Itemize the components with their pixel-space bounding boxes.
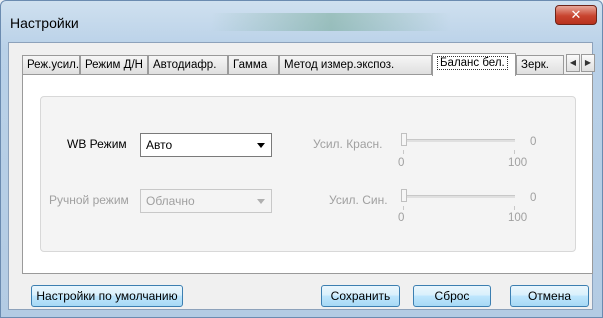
tab-exposure-metering[interactable]: Метод измер.экспоз. (279, 55, 432, 75)
chevron-down-icon (257, 199, 265, 204)
tab-label: Зерк. (521, 59, 549, 71)
tab-label: Реж.усил. (27, 59, 80, 71)
blue-gain-max: 100 (508, 212, 528, 224)
cancel-button[interactable]: Отмена (510, 285, 589, 307)
slider-tick (514, 150, 515, 154)
manual-mode-value: Облачно (146, 194, 195, 208)
red-gain-label: Усил. Красн. (313, 137, 383, 151)
reset-button[interactable]: Сброс (413, 285, 491, 307)
manual-mode-select[interactable]: Облачно (140, 189, 272, 213)
tab-label: Автодиафр. (153, 59, 217, 71)
manual-mode-label: Ручной режим (49, 193, 129, 207)
slider-thumb[interactable] (401, 133, 407, 146)
tab-mirror[interactable]: Зерк. (516, 55, 564, 75)
tab-strip: Реж.усил. Режим Д/Н Автодиафр. Гамма Мет… (22, 53, 592, 76)
close-button[interactable]: ✕ (555, 5, 597, 25)
slider-tick (514, 206, 515, 210)
slider-thumb[interactable] (401, 189, 407, 202)
defaults-button[interactable]: Настройки по умолчанию (31, 285, 183, 307)
white-balance-group (40, 96, 576, 252)
tab-label: Режим Д/Н (85, 59, 143, 71)
wb-mode-label: WB Режим (67, 137, 127, 151)
title-bar[interactable]: Настройки ✕ (1, 1, 602, 41)
red-gain-value: 0 (530, 136, 537, 148)
tab-label: Гамма (233, 59, 268, 71)
tab-label: Баланс бел. (437, 56, 508, 70)
slider-tick (403, 150, 404, 154)
save-button[interactable]: Сохранить (321, 285, 400, 307)
title-bar-decoration (211, 13, 451, 31)
wb-mode-select[interactable]: Авто (140, 133, 272, 157)
tab-scroller: ◀ ▶ (566, 54, 596, 72)
tab-white-balance[interactable]: Баланс бел. (432, 53, 516, 76)
blue-gain-label: Усил. Син. (329, 193, 388, 207)
tab-day-night[interactable]: Режим Д/Н (80, 55, 148, 75)
blue-gain-slider[interactable] (401, 187, 521, 223)
slider-track (403, 139, 515, 142)
chevron-down-icon (257, 143, 265, 148)
blue-gain-min: 0 (398, 212, 405, 224)
tab-gain-mode[interactable]: Реж.усил. (22, 55, 80, 75)
red-gain-max: 100 (508, 157, 528, 169)
wb-mode-value: Авто (146, 138, 173, 152)
tab-gamma[interactable]: Гамма (228, 55, 279, 75)
arrow-left-icon[interactable]: ◀ (566, 54, 580, 72)
tab-auto-iris[interactable]: Автодиафр. (148, 55, 228, 75)
close-icon: ✕ (570, 7, 582, 22)
blue-gain-value: 0 (530, 192, 537, 204)
red-gain-min: 0 (398, 157, 405, 169)
arrow-right-icon[interactable]: ▶ (581, 54, 595, 72)
slider-track (403, 195, 515, 198)
slider-tick (403, 206, 404, 210)
tab-label: Метод измер.экспоз. (284, 59, 395, 71)
window-title: Настройки (10, 15, 79, 31)
red-gain-slider[interactable] (401, 131, 521, 167)
